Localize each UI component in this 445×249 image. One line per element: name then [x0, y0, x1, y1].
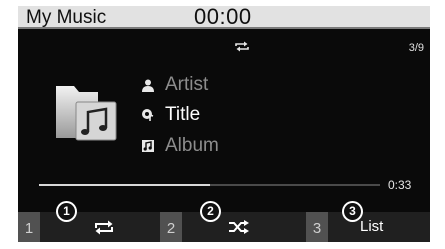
- progress-fill: [39, 184, 210, 186]
- album-name: Album: [165, 135, 219, 156]
- artist-row: Artist: [139, 73, 208, 97]
- music-folder-icon: [54, 82, 120, 149]
- app-title: My Music: [26, 7, 107, 28]
- repeat-icon: [93, 220, 115, 240]
- song-title: Title: [165, 104, 201, 125]
- list-label: List: [360, 218, 384, 235]
- shuffle-icon: [228, 220, 250, 240]
- callout-2: 2: [202, 203, 219, 220]
- shuffle-button[interactable]: 2: [160, 212, 298, 242]
- song-title-icon: [139, 106, 157, 124]
- callout-1: 1: [58, 203, 75, 220]
- repeat-button[interactable]: 1: [18, 212, 156, 242]
- list-button[interactable]: 3 List: [306, 212, 430, 242]
- softkey-bar: 1 2 3 List: [18, 212, 430, 242]
- callout-3: 3: [344, 203, 361, 220]
- album-row: Album: [139, 134, 219, 158]
- elapsed-time: 0:33: [388, 178, 412, 192]
- softkey-number-3: 3: [306, 212, 328, 242]
- softkey-number-2: 2: [160, 212, 182, 242]
- repeat-status-icon: [234, 39, 250, 57]
- track-counter: 3/9: [408, 42, 424, 54]
- person-icon: [139, 76, 157, 94]
- header-bar: My Music 00:00: [18, 6, 430, 29]
- album-icon: [139, 137, 157, 155]
- softkey-number-1: 1: [18, 212, 40, 242]
- music-screen: My Music 00:00 3/9 Artist Title Album 0:…: [18, 6, 430, 242]
- artist-name: Artist: [165, 74, 209, 95]
- progress-bar[interactable]: [39, 184, 380, 186]
- title-row: Title: [139, 103, 200, 127]
- clock: 00:00: [194, 6, 252, 29]
